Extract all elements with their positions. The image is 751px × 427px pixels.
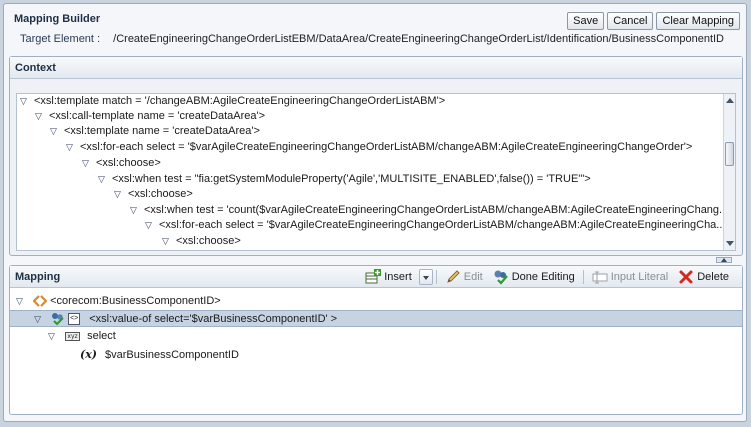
mapping-root-node[interactable]: ▽ <corecom:BusinessComponentID> [16,293,221,310]
context-node[interactable]: ▽ <xsl:template name = 'createDataArea'> [50,124,260,139]
scroll-up-icon[interactable] [726,98,734,103]
context-node[interactable]: ▽ <xsl:when test = "fia:getSystemModulePr… [98,172,591,187]
expanded-triangle-icon[interactable]: ▽ [130,203,144,218]
input-literal-button[interactable]: Input Literal [587,268,673,286]
insert-button[interactable]: Insert [360,268,417,286]
expanded-triangle-icon[interactable]: ▽ [50,124,64,139]
cancel-button[interactable]: Cancel [607,12,654,30]
expanded-triangle-icon[interactable]: ▽ [162,234,176,249]
context-node[interactable]: ▽ <xsl:choose> [82,156,161,171]
insert-dropdown-icon[interactable] [418,269,433,285]
context-scrollbar[interactable] [723,94,735,250]
value-of-icon: <> [68,313,81,326]
edit-button[interactable]: Edit [440,268,488,286]
clear-mapping-button[interactable]: Clear Mapping [656,12,740,30]
expanded-triangle-icon[interactable]: ▽ [20,94,34,109]
mapping-variable-node[interactable]: (x) $varBusinessComponentID [80,346,239,363]
context-node[interactable]: ▽ <xsl:choose> [162,234,241,249]
mapping-panel-header: Mapping Insert Edit Done Editing Input L… [10,266,742,288]
valid-mapping-icon [51,312,65,326]
expanded-triangle-icon[interactable]: ▽ [34,311,48,328]
target-element-row: Target Element : /CreateEngineeringChang… [20,33,724,45]
mapping-toolbar: Insert Edit Done Editing Input Literal D… [360,268,734,286]
dialog-title: Mapping Builder [14,13,101,25]
context-node[interactable]: ▽ <xsl:for-each select = '$varAgileCreate… [66,140,692,155]
done-editing-icon [493,269,509,285]
panel-splitter-handle[interactable] [716,257,732,263]
expanded-triangle-icon[interactable]: ▽ [82,156,96,171]
context-panel-title: Context [10,57,742,79]
context-tree[interactable]: ▽ <xsl:template match = '/changeABM:Agile… [16,93,736,251]
scroll-down-icon[interactable] [726,241,734,246]
expanded-triangle-icon[interactable]: ▽ [66,140,80,155]
save-button[interactable]: Save [567,12,605,30]
expanded-triangle-icon[interactable]: ▽ [98,172,112,187]
context-node[interactable]: ▽ <xsl:for-each select = '$varAgileCreate… [145,218,725,233]
context-node[interactable]: ▽ <xsl:choose> [114,187,193,202]
variable-icon: (x) [80,348,97,361]
expanded-triangle-icon[interactable]: ▽ [48,328,62,345]
attribute-icon: xyz [65,331,81,341]
target-element-path: /CreateEngineeringChangeOrderListEBM/Dat… [113,33,724,45]
context-panel: Context ▽ <xsl:template match = '/changeA… [9,56,743,256]
header-buttons: Save Cancel Clear Mapping [567,12,740,30]
mapping-value-of-node[interactable]: ▽ <> <xsl:value-of select='$varBusinessC… [10,310,742,327]
expanded-triangle-icon[interactable]: ▽ [16,293,30,310]
context-node[interactable]: ▽ <xsl:template match = '/changeABM:Agile… [20,94,445,109]
scroll-thumb[interactable] [725,142,734,166]
mapping-panel: Mapping Insert Edit Done Editing Input L… [9,265,743,415]
context-node[interactable]: ▽ <xsl:call-template name = 'createDataAr… [35,109,265,124]
expanded-triangle-icon[interactable]: ▽ [35,109,49,124]
delete-button[interactable]: Delete [673,268,734,286]
element-tag-icon [32,294,48,308]
mapping-panel-title: Mapping [15,271,61,283]
toolbar-separator [435,270,437,284]
expanded-triangle-icon[interactable]: ▽ [145,218,159,233]
context-node[interactable]: ▽ <xsl:when test = 'count($varAgileCreate… [130,203,728,218]
target-element-label: Target Element : [20,33,101,45]
mapping-builder-dialog: Mapping Builder Save Cancel Clear Mappin… [3,3,747,422]
insert-icon [365,269,382,285]
expanded-triangle-icon[interactable]: ▽ [114,187,128,202]
input-literal-icon [592,269,608,285]
done-editing-button[interactable]: Done Editing [488,268,580,286]
toolbar-separator [582,270,584,284]
mapping-select-node[interactable]: ▽ xyz select [48,328,116,345]
pencil-icon [445,269,461,285]
delete-x-icon [678,269,694,285]
